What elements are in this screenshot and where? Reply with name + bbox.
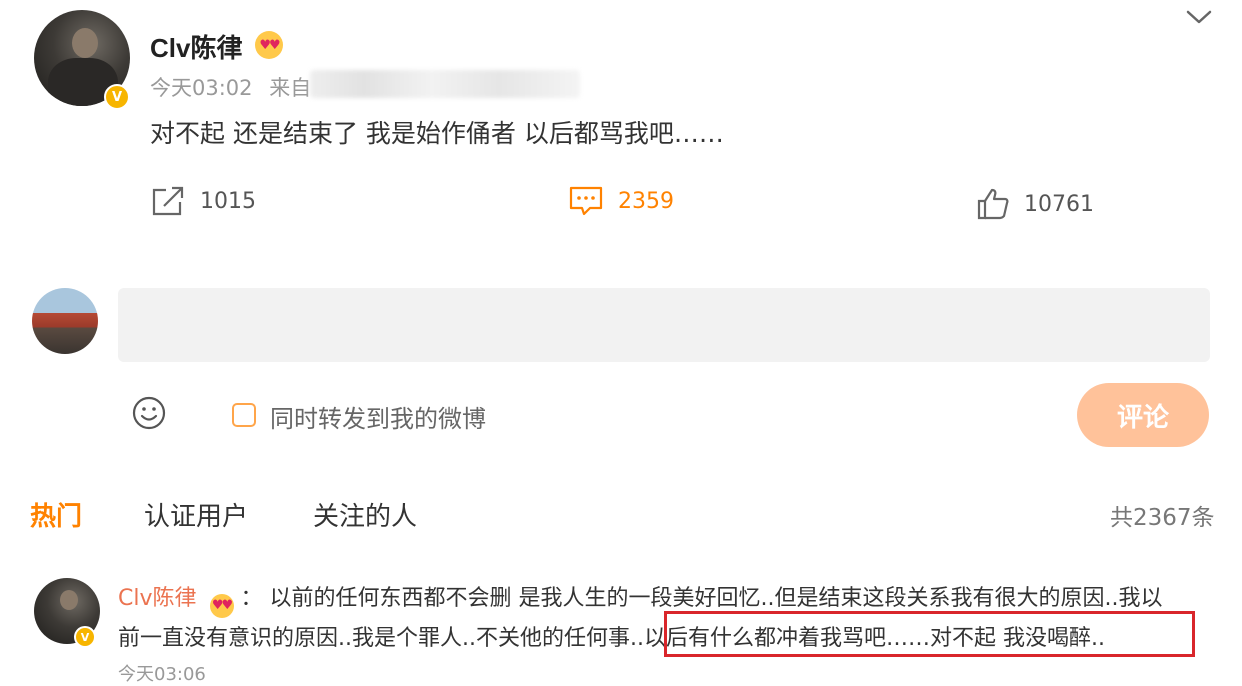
repost-count: 1015 [200,188,256,214]
thumbs-up-icon [977,188,1009,220]
comment-input[interactable] [118,288,1210,362]
heart-eyes-emoji-icon: ♥♥ [209,593,234,618]
comment-separator: ： [240,586,263,611]
comment-time: 今天03:06 [118,664,206,685]
commenter-name[interactable]: Clv陈律 [118,586,197,611]
verified-badge-icon: V [74,626,96,648]
repost-checkbox[interactable] [232,403,256,427]
comment-body-part1: 以前的任何东西都不会删 是我人生的一段美好回忆..但是结束这段关系我有很大的原因… [269,586,1163,611]
like-count: 10761 [1024,191,1094,217]
comment-icon [569,186,603,216]
comment-total: 共2367条 [1110,505,1215,531]
highlight-box [664,611,1195,657]
verified-badge-icon: V [104,84,130,110]
current-user-avatar[interactable] [32,288,98,354]
chevron-down-icon[interactable] [1184,2,1214,32]
blurred-source [310,70,580,98]
tab-following[interactable]: 关注的人 [313,496,417,533]
repost-button[interactable]: 1015 [150,184,256,218]
post-time: 今天03:02 [150,76,253,100]
comment-button[interactable]: 2359 [568,184,674,218]
heart-eyes-emoji-icon: ♥♥ [255,31,283,59]
repost-option-label[interactable]: 同时转发到我的微博 [270,399,486,434]
author-name[interactable]: Clv陈律 [150,28,242,65]
emoji-picker-icon[interactable] [132,396,166,430]
post-text: 对不起 还是结束了 我是始作俑者 以后都骂我吧…… [150,119,724,148]
post-source-prefix: 来自 [269,76,312,100]
tab-verified-users[interactable]: 认证用户 [144,496,248,533]
repost-icon [152,186,184,216]
post-meta: 今天03:02 来自 [150,72,311,102]
comment-count: 2359 [618,188,674,214]
submit-comment-button[interactable]: 评论 [1077,383,1209,447]
comment-body-part2: 前一直没有意识的原因..我是个罪人..不关他的任何事 [118,626,630,651]
like-button[interactable]: 10761 [976,187,1094,221]
tab-hot[interactable]: 热门 [30,496,82,533]
